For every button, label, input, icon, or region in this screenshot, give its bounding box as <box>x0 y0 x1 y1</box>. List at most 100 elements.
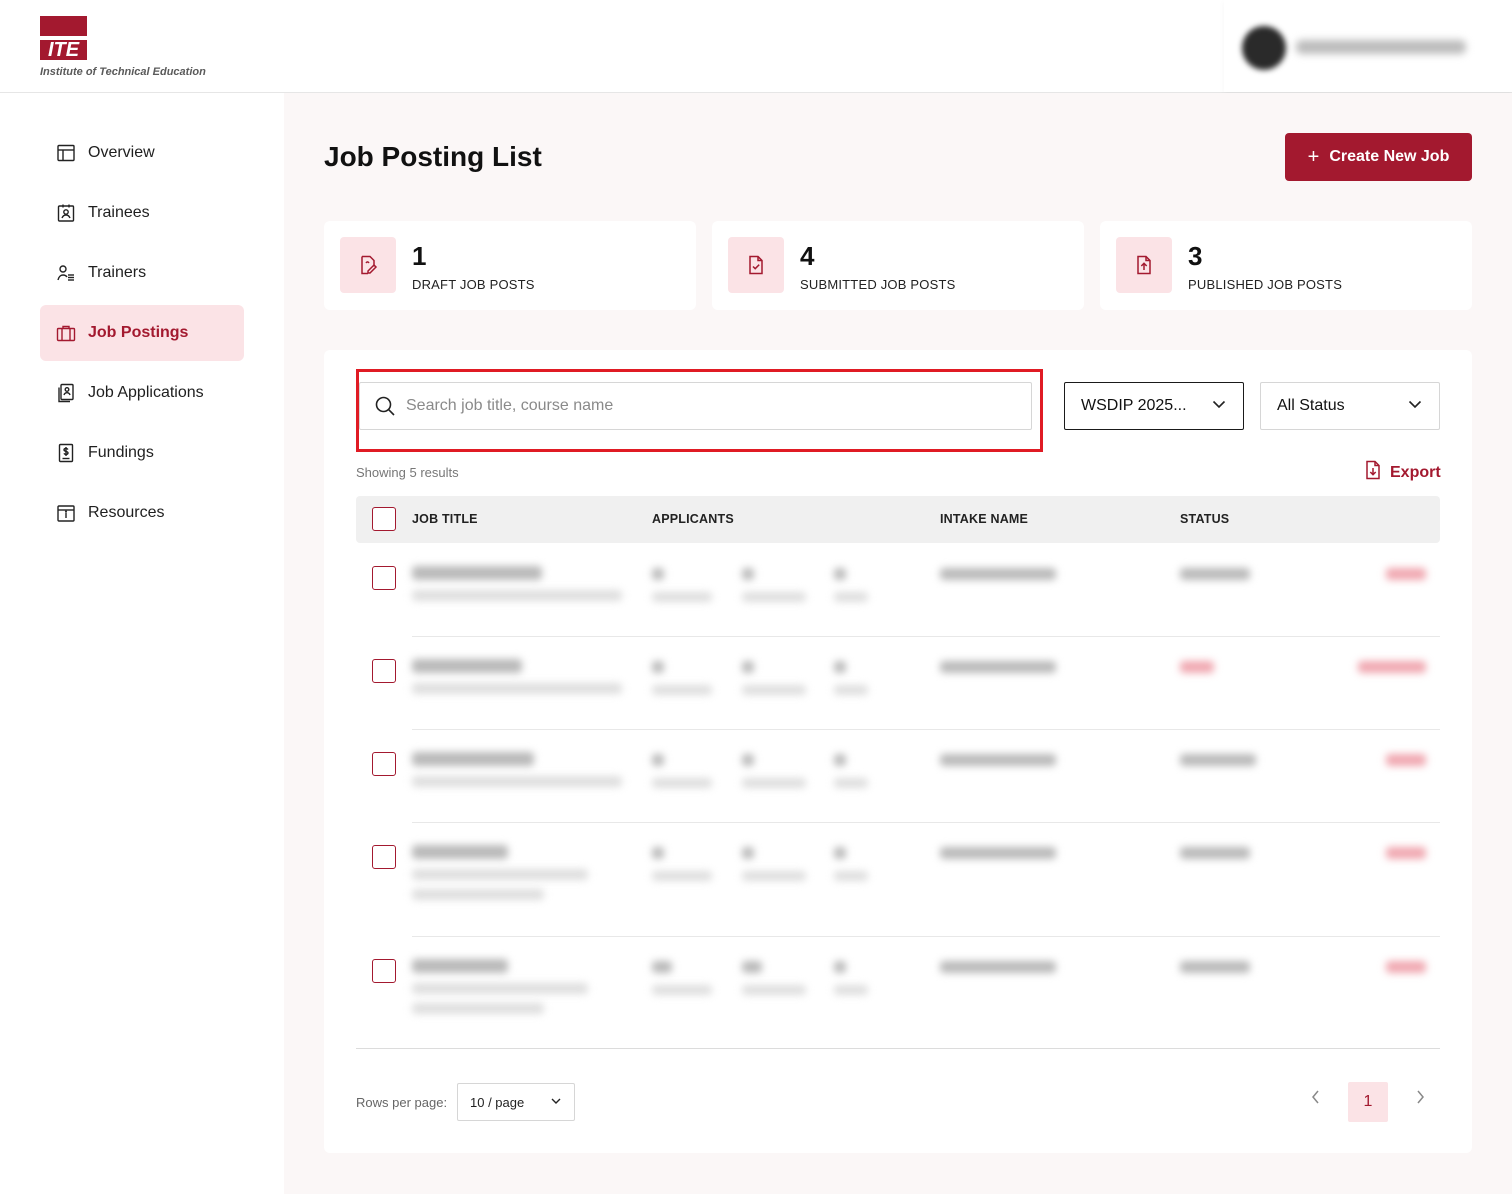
table-row[interactable] <box>356 823 1440 937</box>
rows-per-page-label: Rows per page: <box>356 1095 448 1110</box>
page-size-dropdown[interactable]: 10 / page <box>457 1083 575 1121</box>
sidebar-item-trainees[interactable]: Trainees <box>40 185 244 241</box>
applications-icon <box>56 383 76 403</box>
page-title: Job Posting List <box>324 141 542 172</box>
stat-card-published: 3 PUBLISHED JOB POSTS <box>1100 221 1472 310</box>
blurred-intake-name <box>940 568 1056 580</box>
sidebar-item-overview[interactable]: Overview <box>40 125 244 181</box>
create-new-job-button[interactable]: + Create New Job <box>1285 133 1472 181</box>
blurred-count-label <box>742 592 806 602</box>
blurred-status <box>1180 961 1250 973</box>
table-row[interactable] <box>356 544 1440 637</box>
blurred-status <box>1180 754 1256 766</box>
blurred-count <box>834 568 846 580</box>
status-filter-dropdown[interactable]: All Status <box>1260 382 1440 430</box>
column-header-status[interactable]: STATUS <box>1180 512 1229 526</box>
blurred-status <box>1180 661 1214 673</box>
column-header-job-title[interactable]: JOB TITLE <box>412 512 478 526</box>
intake-filter-dropdown[interactable]: WSDIP 2025... <box>1064 382 1244 430</box>
next-page-button[interactable] <box>1406 1085 1434 1113</box>
blurred-count-label <box>834 592 868 602</box>
blurred-course-name <box>412 869 588 880</box>
blurred-intake-name <box>940 754 1056 766</box>
create-new-job-label: Create New Job <box>1329 148 1450 165</box>
blurred-count-label <box>742 871 806 881</box>
column-header-applicants[interactable]: APPLICANTS <box>652 512 734 526</box>
table-row[interactable] <box>356 730 1440 823</box>
stat-value: 3 <box>1188 241 1203 271</box>
blurred-count <box>834 847 846 859</box>
page-size-value: 10 / page <box>470 1094 525 1110</box>
blurred-count-label <box>652 592 712 602</box>
chevron-down-icon <box>1211 396 1227 417</box>
blurred-course-name <box>412 590 622 601</box>
sidebar-item-fundings[interactable]: Fundings <box>40 425 244 481</box>
svg-text:ITE: ITE <box>48 39 80 60</box>
blurred-count-label <box>652 778 712 788</box>
blurred-action[interactable] <box>1386 847 1426 859</box>
blurred-course-name <box>412 776 622 787</box>
user-menu[interactable] <box>1224 0 1512 92</box>
chevron-down-icon <box>1407 396 1423 417</box>
blurred-course-name <box>412 1003 544 1014</box>
stat-value: 4 <box>800 241 815 271</box>
blurred-count-label <box>652 685 712 695</box>
stat-card-draft: 1 DRAFT JOB POSTS <box>324 221 696 310</box>
row-checkbox[interactable] <box>372 959 396 983</box>
chevron-down-icon <box>550 1095 562 1110</box>
blurred-count <box>742 568 754 580</box>
export-label: Export <box>1390 463 1441 481</box>
stat-card-submitted: 4 SUBMITTED JOB POSTS <box>712 221 1084 310</box>
blurred-count-label <box>834 985 868 995</box>
page-1-button[interactable]: 1 <box>1348 1082 1388 1122</box>
blurred-action[interactable] <box>1386 754 1426 766</box>
row-checkbox[interactable] <box>372 845 396 869</box>
id-badge-icon <box>56 203 76 223</box>
blurred-count <box>742 961 762 973</box>
sidebar-item-job-postings[interactable]: Job Postings <box>40 305 244 361</box>
export-document-icon <box>1364 460 1382 485</box>
blurred-count-label <box>652 871 712 881</box>
status-filter-value: All Status <box>1277 397 1345 414</box>
previous-page-button[interactable] <box>1302 1085 1330 1113</box>
export-button[interactable]: Export <box>1364 460 1441 485</box>
table-row[interactable] <box>356 937 1440 1047</box>
blurred-count-label <box>834 685 868 695</box>
blurred-count <box>652 961 672 973</box>
search-input[interactable] <box>406 397 1006 415</box>
blurred-job-title <box>412 659 522 673</box>
sidebar-item-trainers[interactable]: Trainers <box>40 245 244 301</box>
blurred-count-label <box>742 985 806 995</box>
blurred-count <box>742 847 754 859</box>
sidebar-item-resources[interactable]: Resources <box>40 485 244 541</box>
chevron-left-icon <box>1310 1089 1322 1110</box>
blurred-action[interactable] <box>1386 568 1426 580</box>
avatar[interactable] <box>1242 26 1286 70</box>
row-checkbox[interactable] <box>372 659 396 683</box>
chevron-right-icon <box>1414 1089 1426 1110</box>
blurred-count <box>652 568 664 580</box>
stat-label: SUBMITTED JOB POSTS <box>800 277 956 292</box>
sidebar-item-job-applications[interactable]: Job Applications <box>40 365 244 421</box>
column-header-intake-name[interactable]: INTAKE NAME <box>940 512 1028 526</box>
ite-logo[interactable]: ITE Institute of Technical Education <box>40 16 240 82</box>
table-row[interactable] <box>356 637 1440 730</box>
blurred-count <box>652 661 664 673</box>
sidebar-item-label: Job Postings <box>88 324 189 341</box>
search-field[interactable] <box>359 382 1032 430</box>
blurred-count-label <box>742 685 806 695</box>
blurred-job-title <box>412 752 534 766</box>
blurred-course-name <box>412 983 588 994</box>
blurred-count <box>742 754 754 766</box>
info-calendar-icon <box>56 503 76 523</box>
main-content: Job Posting List + Create New Job 1 DRAF… <box>284 93 1512 1194</box>
row-checkbox[interactable] <box>372 566 396 590</box>
blurred-job-title <box>412 959 508 973</box>
funding-document-icon <box>56 443 76 463</box>
row-checkbox[interactable] <box>372 752 396 776</box>
briefcase-icon <box>56 323 76 343</box>
select-all-checkbox[interactable] <box>372 507 396 531</box>
blurred-action[interactable] <box>1386 961 1426 973</box>
sidebar-item-label: Trainers <box>88 264 147 281</box>
blurred-action[interactable] <box>1358 661 1426 673</box>
